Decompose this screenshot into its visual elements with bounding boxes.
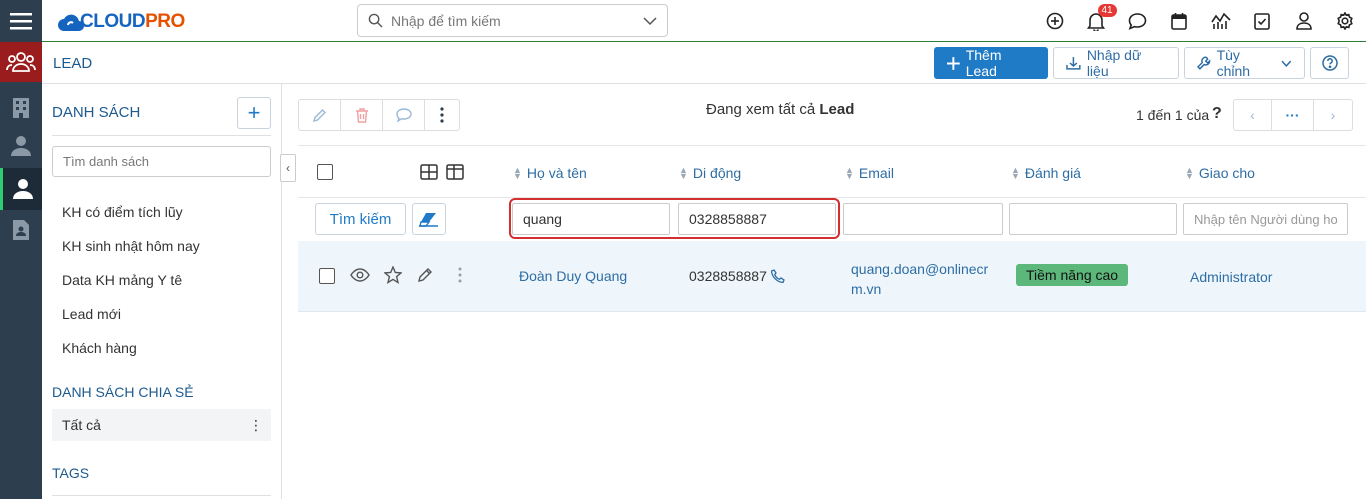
add-circle-icon[interactable] <box>1034 0 1076 42</box>
add-list-button[interactable]: + <box>237 97 271 129</box>
sort-icon: ▲ ▼ <box>845 165 854 181</box>
table-row[interactable]: Đoàn Duy Quang 0328858887 quang.doan@onl… <box>298 241 1366 312</box>
edit-pencil-icon[interactable] <box>417 267 433 286</box>
chevron-down-icon <box>1281 60 1292 67</box>
help-button[interactable] <box>1310 47 1349 79</box>
contact-icon[interactable] <box>0 126 42 166</box>
list-search-input[interactable] <box>52 146 271 177</box>
search-icon <box>368 13 383 28</box>
top-icons: 41 <box>1034 0 1366 42</box>
tags-heading: TAGS <box>52 465 90 481</box>
task-check-icon[interactable] <box>1242 0 1284 42</box>
list-item[interactable]: Lead mới <box>62 306 121 322</box>
left-rail <box>0 0 42 499</box>
calendar-icon[interactable] <box>1159 0 1201 42</box>
lead-name-link[interactable]: Đoàn Duy Quang <box>519 268 627 284</box>
more-vertical-icon[interactable] <box>425 100 459 130</box>
filter-highlight-box <box>509 198 840 239</box>
pagination-text: 1 đến 1 của <box>1136 107 1210 123</box>
sort-icon: ▲ ▼ <box>679 165 688 181</box>
page-title-bar: LEAD Thêm Lead Nhập dữ liệu Tùy chỉnh <box>42 43 1366 84</box>
list-item[interactable]: KH có điểm tích lũy <box>62 204 183 220</box>
building-icon[interactable] <box>0 88 42 128</box>
top-bar: CLOUDPRO 41 <box>42 0 1366 42</box>
rating-badge: Tiềm năng cao <box>1016 264 1129 286</box>
divider <box>52 135 271 136</box>
column-layout-icon[interactable] <box>446 164 464 183</box>
chevron-down-icon[interactable] <box>643 16 657 26</box>
download-icon <box>1066 57 1081 70</box>
column-header-email[interactable]: ▲ ▼ Email <box>845 165 894 181</box>
column-header-rating[interactable]: ▲ ▼ Đánh giá <box>1011 165 1081 181</box>
row-checkbox[interactable] <box>319 268 335 284</box>
cloudpro-logo[interactable]: CLOUDPRO <box>58 8 185 36</box>
notification-badge: 41 <box>1097 4 1117 17</box>
bell-icon[interactable]: 41 <box>1076 0 1118 42</box>
phone-call-icon[interactable] <box>770 269 785 286</box>
plus-icon <box>947 56 960 70</box>
lead-list-main: Đang xem tất cả Lead 1 đến 1 của ? ‹ ···… <box>282 84 1366 499</box>
lead-mobile: 0328858887 <box>689 268 785 286</box>
global-search-input[interactable] <box>391 12 643 29</box>
view-eye-icon[interactable] <box>350 268 370 285</box>
column-header-mobile[interactable]: ▲ ▼ Di động <box>679 165 741 181</box>
chat-icon[interactable] <box>1117 0 1159 42</box>
star-icon[interactable] <box>383 265 403 287</box>
row-action-toolbar <box>298 99 460 131</box>
add-lead-button[interactable]: Thêm Lead <box>934 47 1048 79</box>
comment-icon[interactable] <box>383 100 425 130</box>
filter-rating-input[interactable] <box>1009 203 1177 235</box>
sort-icon: ▲ ▼ <box>513 165 522 181</box>
filter-assignee-input[interactable] <box>1183 203 1348 235</box>
report-chart-icon[interactable] <box>1200 0 1242 42</box>
viewing-caption: Đang xem tất cả Lead <box>706 101 855 118</box>
cloud-logo-icon <box>58 11 84 33</box>
lead-email-link[interactable]: quang.doan@onlinecr m.vn <box>851 259 988 299</box>
page-more-button[interactable]: ··· <box>1272 100 1314 130</box>
help-circle-icon <box>1321 55 1338 71</box>
column-header-name[interactable]: ▲ ▼ Họ và tên <box>513 165 587 181</box>
grid-layout-icon[interactable] <box>420 164 438 183</box>
count-help-icon[interactable]: ? <box>1212 105 1222 123</box>
document-user-icon[interactable] <box>0 210 42 250</box>
list-item[interactable]: Khách hàng <box>62 340 137 356</box>
shared-list-item-all[interactable]: Tất cả ⋮ <box>52 409 271 441</box>
list-sidebar: DANH SÁCH + KH có điểm tích lũy KH sinh … <box>42 84 282 499</box>
prev-page-chevron-left-icon[interactable]: ‹ <box>1234 100 1272 130</box>
customize-button[interactable]: Tùy chỉnh <box>1184 47 1305 79</box>
edit-pencil-icon[interactable] <box>299 100 341 130</box>
wrench-icon <box>1197 56 1211 70</box>
shared-list-heading: DANH SÁCH CHIA SẺ <box>52 384 194 400</box>
divider <box>52 495 271 496</box>
column-header-assignee[interactable]: ▲ ▼ Giao cho <box>1185 165 1255 181</box>
row-more-vertical-icon[interactable] <box>458 267 462 286</box>
delete-trash-icon[interactable] <box>341 100 383 130</box>
filter-search-button[interactable]: Tìm kiếm <box>315 203 406 235</box>
list-item[interactable]: KH sinh nhật hôm nay <box>62 238 200 254</box>
user-profile-icon[interactable] <box>1283 0 1325 42</box>
users-group-icon[interactable] <box>0 42 42 82</box>
list-item[interactable]: Data KH mảng Y tê <box>62 272 182 288</box>
select-all-checkbox[interactable] <box>317 164 333 180</box>
page-title: LEAD <box>53 55 93 72</box>
kebab-menu-icon[interactable]: ⋮ <box>249 417 263 434</box>
assignee-link[interactable]: Administrator <box>1190 269 1272 285</box>
filter-email-input[interactable] <box>843 203 1003 235</box>
menu-icon[interactable] <box>0 0 42 42</box>
sort-icon: ▲ ▼ <box>1185 165 1194 181</box>
lead-icon[interactable] <box>0 168 42 210</box>
import-data-button[interactable]: Nhập dữ liệu <box>1053 47 1179 79</box>
clear-filter-eraser-icon[interactable] <box>412 203 446 235</box>
sort-icon: ▲ ▼ <box>1011 165 1020 181</box>
list-heading: DANH SÁCH <box>52 104 141 121</box>
pagination: ‹ ··· › <box>1233 99 1353 131</box>
logo-text: CLOUDPRO <box>80 11 185 32</box>
global-search[interactable] <box>357 4 668 37</box>
settings-gear-icon[interactable] <box>1325 0 1366 42</box>
divider <box>298 145 1366 146</box>
next-page-chevron-right-icon[interactable]: › <box>1314 100 1352 130</box>
